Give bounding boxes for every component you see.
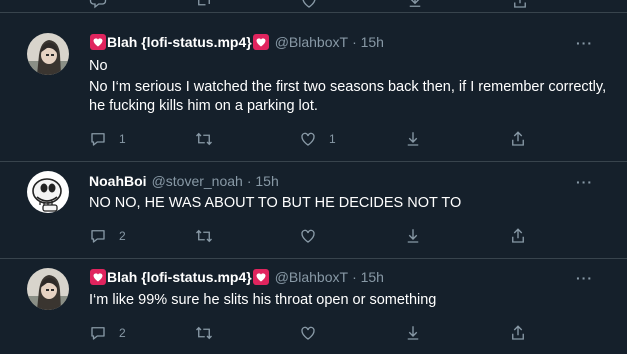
display-name-text: Blah {lofi-status.mp4} (107, 269, 252, 285)
reply-count: 1 (119, 132, 126, 146)
handle[interactable]: @BlahboxT (275, 34, 348, 50)
reply-icon (91, 230, 105, 243)
tweet-text: I‘m like 99% sure he slits his throat op… (89, 291, 609, 310)
display-name[interactable]: Blah {lofi-status.mp4} (89, 269, 270, 285)
upload-icon (512, 325, 524, 340)
more-icon[interactable]: ··· (576, 270, 593, 286)
tweet-line: No I‘m serious I watched the first two s… (89, 79, 607, 114)
share-button[interactable] (404, 324, 484, 342)
retweet-icon (196, 132, 212, 146)
upload-button[interactable] (509, 130, 529, 148)
previous-actions (89, 0, 529, 10)
display-name[interactable]: NoahBoi (89, 173, 147, 189)
retweet-icon (196, 229, 212, 243)
upload-icon (512, 131, 524, 146)
reply-button[interactable]: 2 (89, 324, 169, 342)
tweet-line: NO NO, HE WAS ABOUT TO BUT HE DECIDES NO… (89, 195, 462, 211)
timestamp[interactable]: · 15h (247, 173, 279, 189)
upload-icon[interactable] (511, 0, 529, 10)
like-icon (301, 229, 315, 243)
anime-avatar-image (27, 33, 69, 75)
display-name-text: NoahBoi (89, 173, 147, 189)
more-icon[interactable]: ··· (576, 174, 593, 190)
tweet-actions: 2 (89, 324, 529, 342)
retweet-button[interactable] (194, 324, 274, 342)
tweet[interactable]: NoahBoi @stover_noah · 15h ··· NO NO, HE… (0, 161, 627, 259)
upload-button[interactable] (509, 227, 529, 245)
reply-icon (91, 327, 105, 340)
like-count: 1 (329, 132, 336, 146)
tweet-actions: 1 1 (89, 130, 529, 148)
display-name[interactable]: Blah {lofi-status.mp4} (89, 34, 270, 50)
anime-avatar-image (27, 268, 69, 310)
heart-emoji-icon (90, 34, 106, 50)
share-icon (407, 229, 419, 243)
like-icon (301, 326, 315, 340)
tweet-line: I‘m like 99% sure he slits his throat op… (89, 292, 437, 308)
tweet-text: NO NO, HE WAS ABOUT TO BUT HE DECIDES NO… (89, 194, 609, 213)
avatar[interactable] (27, 33, 69, 75)
like-icon[interactable] (300, 0, 318, 10)
share-button[interactable] (404, 130, 484, 148)
reply-icon[interactable] (89, 0, 107, 10)
like-button[interactable] (299, 227, 379, 245)
reply-count: 2 (119, 326, 126, 340)
upload-icon (512, 228, 524, 243)
share-icon (407, 132, 419, 146)
retweet-button[interactable] (194, 130, 274, 148)
share-icon[interactable] (406, 0, 424, 10)
reply-button[interactable]: 1 (89, 130, 169, 148)
retweet-icon (196, 326, 212, 340)
dry-bones-avatar-image (27, 171, 69, 213)
like-button[interactable] (299, 324, 379, 342)
avatar[interactable] (27, 268, 69, 310)
heart-emoji-icon (252, 269, 269, 285)
tweet-line: No (89, 58, 108, 74)
tweet[interactable]: Blah {lofi-status.mp4} @BlahboxT · 15h ·… (0, 258, 627, 354)
heart-emoji-icon (90, 269, 106, 285)
handle[interactable]: @stover_noah (152, 173, 243, 189)
share-button[interactable] (404, 227, 484, 245)
like-button[interactable]: 1 (299, 130, 379, 148)
share-icon (407, 326, 419, 340)
upload-button[interactable] (509, 324, 529, 342)
reply-count: 2 (119, 229, 126, 243)
tweet-header: NoahBoi @stover_noah · 15h (89, 173, 279, 189)
retweet-icon[interactable] (195, 0, 213, 10)
timestamp[interactable]: · 15h (352, 34, 384, 50)
avatar[interactable] (27, 171, 69, 213)
reply-button[interactable]: 2 (89, 227, 169, 245)
heart-emoji-icon (252, 34, 269, 50)
previous-tweet-fragment (0, 0, 627, 13)
reply-icon (91, 133, 105, 146)
tweet-text: No No I‘m serious I watched the first tw… (89, 57, 609, 116)
more-icon[interactable]: ··· (576, 35, 593, 51)
tweet-header: Blah {lofi-status.mp4} @BlahboxT · 15h (89, 34, 384, 50)
handle[interactable]: @BlahboxT (275, 269, 348, 285)
retweet-button[interactable] (194, 227, 274, 245)
tweet[interactable]: Blah {lofi-status.mp4} @BlahboxT · 15h ·… (0, 13, 627, 162)
timestamp[interactable]: · 15h (352, 269, 384, 285)
tweet-actions: 2 (89, 227, 529, 245)
tweet-header: Blah {lofi-status.mp4} @BlahboxT · 15h (89, 269, 384, 285)
like-icon (301, 132, 315, 146)
display-name-text: Blah {lofi-status.mp4} (107, 34, 252, 50)
